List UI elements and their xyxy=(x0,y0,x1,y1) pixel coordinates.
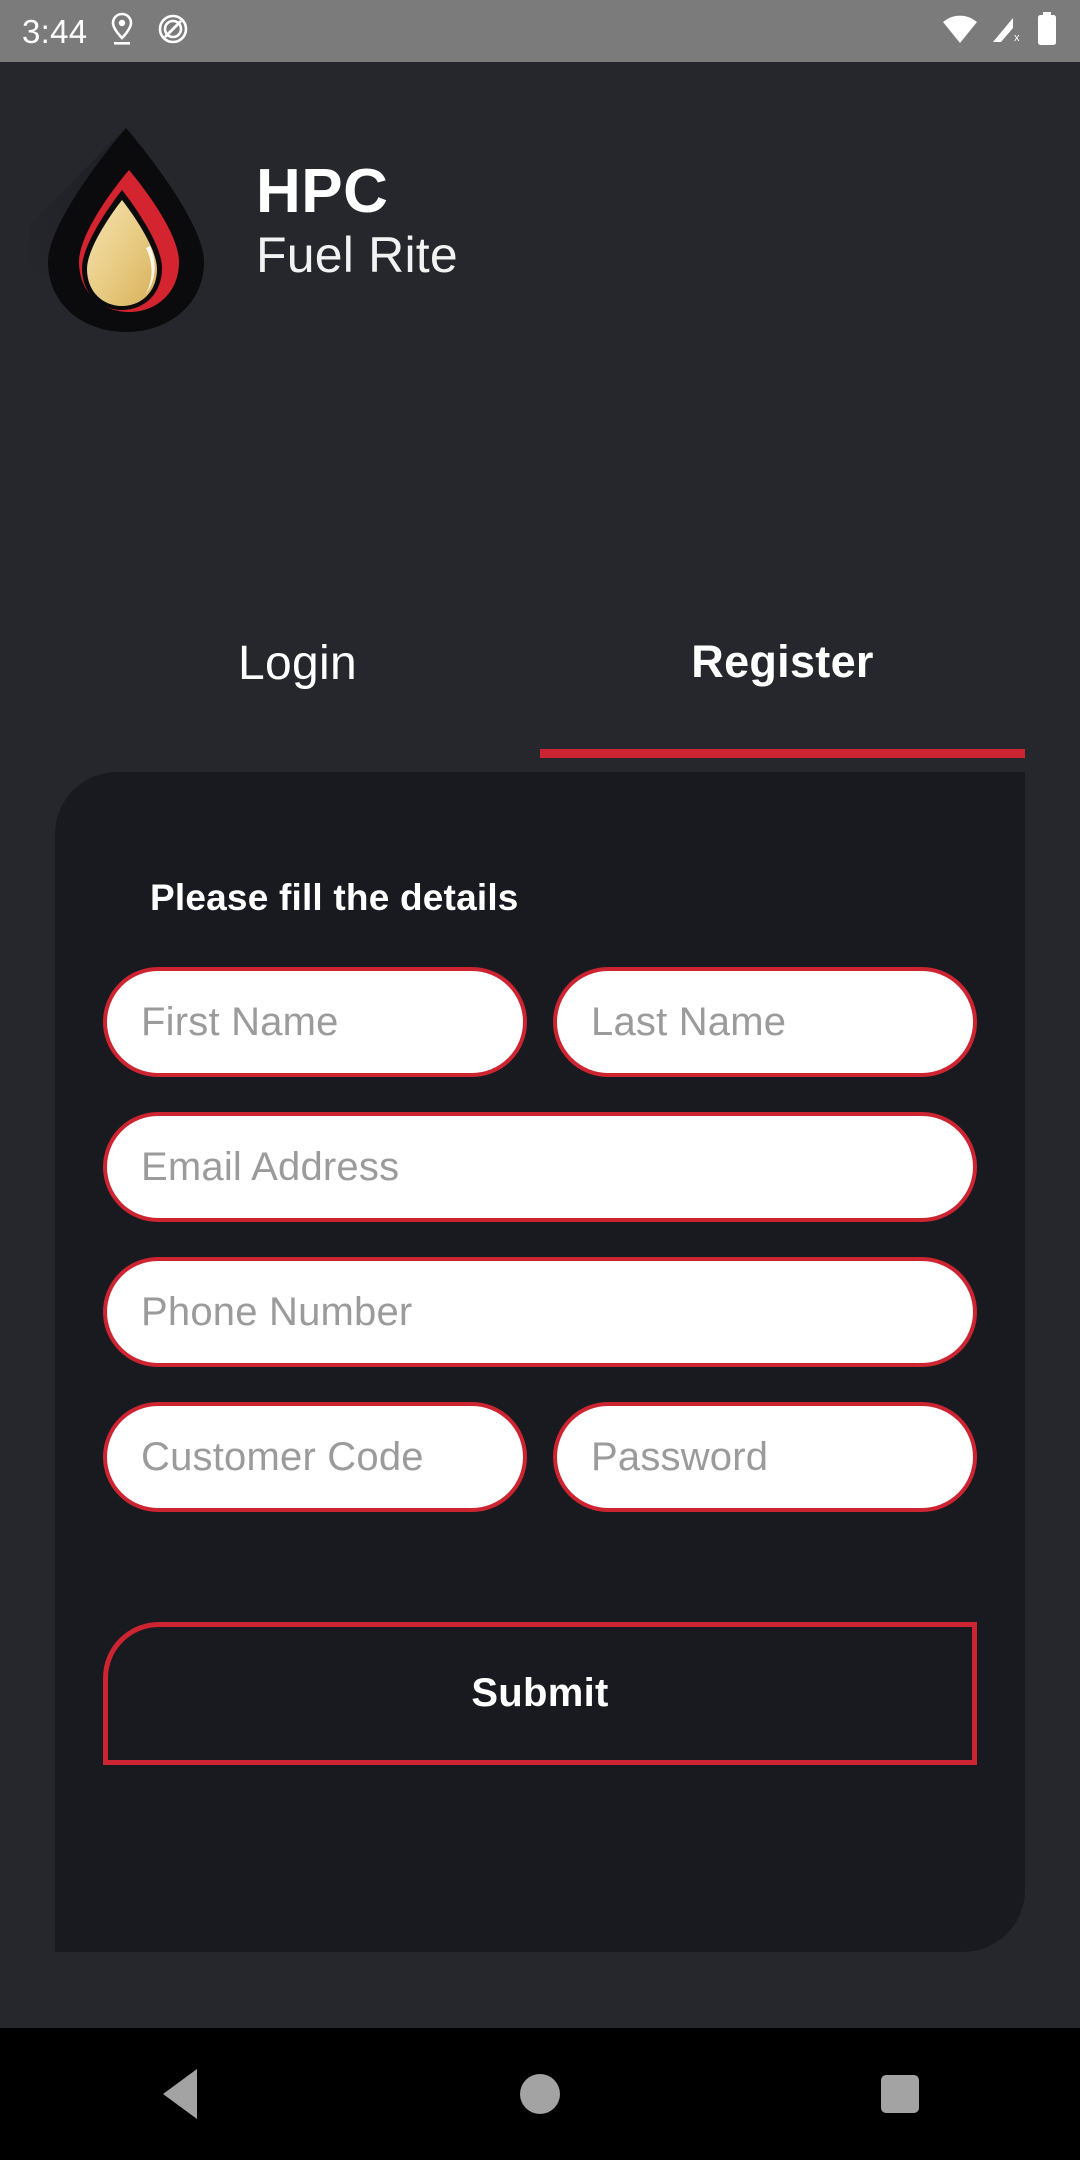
phone-placeholder: Phone Number xyxy=(141,1289,413,1334)
card-title: Please fill the details xyxy=(150,877,519,918)
brand-header: HPC Fuel Rite xyxy=(30,114,458,342)
last-name-field[interactable]: Last Name xyxy=(553,967,977,1077)
status-bar-left: 3:44 xyxy=(22,12,189,51)
nav-home-button[interactable] xyxy=(465,2028,615,2160)
phone-field[interactable]: Phone Number xyxy=(103,1257,977,1367)
tab-register[interactable]: Register xyxy=(540,606,1025,758)
last-name-placeholder: Last Name xyxy=(591,999,787,1044)
register-form: First Name Last Name Email Address Phone… xyxy=(103,967,977,1765)
auth-tabs: Login Register xyxy=(55,606,1025,758)
nav-recents-button[interactable] xyxy=(825,2028,975,2160)
nav-back-button[interactable] xyxy=(105,2028,255,2160)
tab-login-label: Login xyxy=(238,637,357,690)
app-content: HPC Fuel Rite Login Register Please fill… xyxy=(0,62,1080,2100)
customer-code-placeholder: Customer Code xyxy=(141,1434,424,1479)
customer-code-field[interactable]: Customer Code xyxy=(103,1402,527,1512)
brand-text: HPC Fuel Rite xyxy=(256,159,458,297)
recents-square-icon xyxy=(881,2075,919,2113)
form-row-email: Email Address xyxy=(103,1112,977,1222)
first-name-placeholder: First Name xyxy=(141,999,339,1044)
email-placeholder: Email Address xyxy=(141,1144,400,1189)
brand-title: HPC xyxy=(256,157,389,227)
dnd-blocked-icon xyxy=(157,13,189,50)
email-field[interactable]: Email Address xyxy=(103,1112,977,1222)
battery-full-icon xyxy=(1036,11,1058,51)
submit-button-label: Submit xyxy=(471,1671,609,1715)
home-circle-icon xyxy=(520,2074,560,2114)
password-placeholder: Password xyxy=(591,1434,769,1479)
wifi-icon xyxy=(942,14,978,49)
cellular-signal-off-icon: x xyxy=(991,14,1023,49)
password-field[interactable]: Password xyxy=(553,1402,977,1512)
register-card: Please fill the details First Name Last … xyxy=(55,772,1025,1952)
form-row-names: First Name Last Name xyxy=(103,967,977,1077)
location-pin-icon xyxy=(109,12,135,51)
status-bar: 3:44 x xyxy=(0,0,1080,62)
back-triangle-icon xyxy=(163,2069,197,2119)
form-row-code-password: Customer Code Password xyxy=(103,1402,977,1512)
fuel-droplet-logo xyxy=(30,114,230,342)
tab-login[interactable]: Login xyxy=(55,606,540,758)
brand-subtitle: Fuel Rite xyxy=(256,227,458,284)
first-name-field[interactable]: First Name xyxy=(103,967,527,1077)
form-row-phone: Phone Number xyxy=(103,1257,977,1367)
tab-active-indicator xyxy=(540,749,1025,758)
status-bar-right: x xyxy=(942,11,1058,51)
status-bar-clock: 3:44 xyxy=(22,12,88,50)
submit-button[interactable]: Submit xyxy=(103,1622,977,1765)
android-navigation-bar xyxy=(0,2028,1080,2160)
svg-text:x: x xyxy=(1014,32,1020,44)
tab-register-label: Register xyxy=(691,636,874,687)
phone-screen: 3:44 x HPC Fuel Rite Login Register Plea… xyxy=(0,0,1080,2160)
